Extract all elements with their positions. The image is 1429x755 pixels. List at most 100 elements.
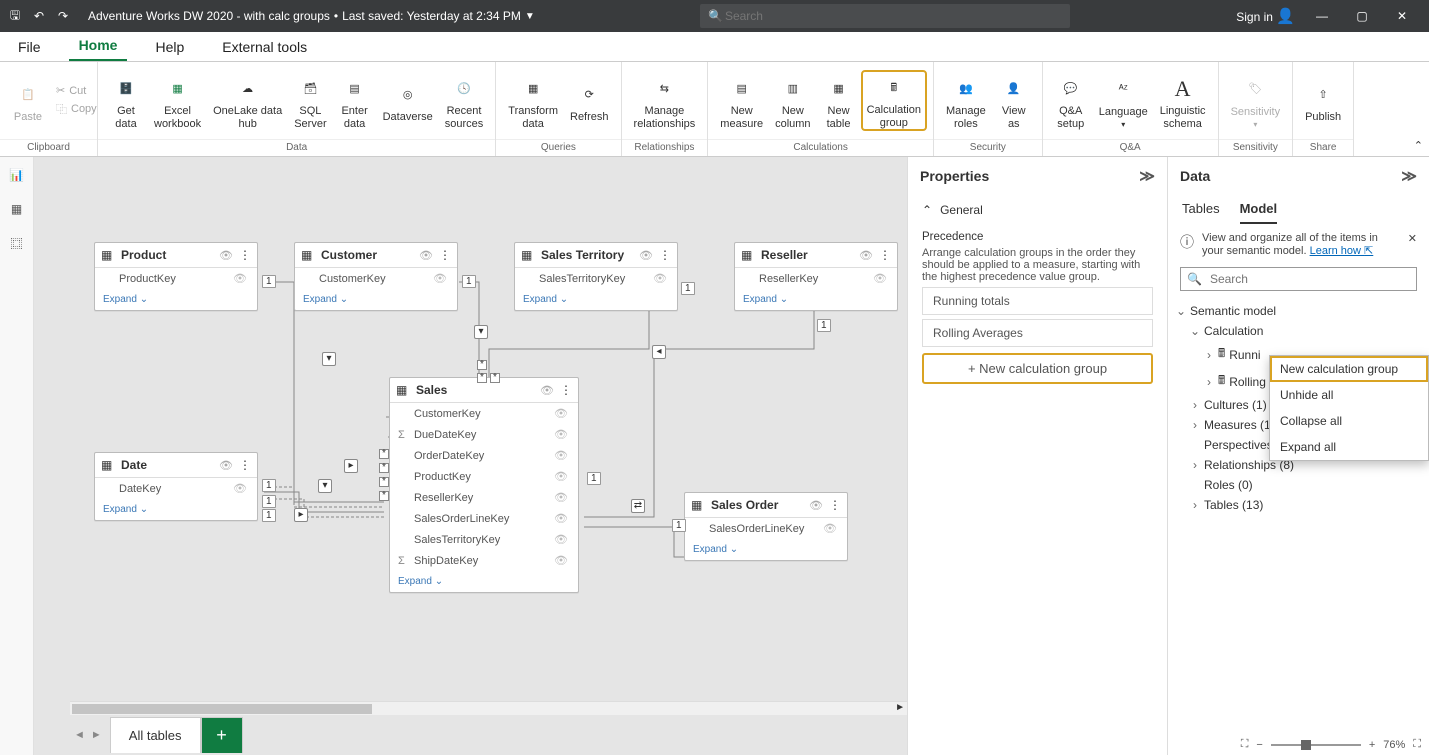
expand-link[interactable]: Expand ⌄: [515, 289, 677, 310]
new-calculation-group-button[interactable]: + New calculation group: [922, 353, 1153, 384]
more-icon[interactable]: ⋮: [239, 248, 251, 262]
search-box[interactable]: 🔍: [1180, 267, 1417, 291]
more-icon[interactable]: ⋮: [659, 248, 671, 262]
maximize-button[interactable]: ▢: [1349, 9, 1375, 23]
hide-icon[interactable]: 👁: [554, 512, 568, 525]
model-view-icon[interactable]: ⿴: [7, 233, 27, 253]
zoom-menu-icon[interactable]: ⛶: [1413, 738, 1421, 751]
scroll-right-icon[interactable]: ►: [895, 702, 905, 713]
calculation-group-button[interactable]: 🖩Calculation group: [861, 70, 927, 131]
onelake-button[interactable]: ☁OneLake data hub: [207, 71, 288, 130]
field-row[interactable]: ResellerKey👁: [390, 487, 578, 508]
zoom-in-button[interactable]: +: [1369, 739, 1375, 751]
hide-icon[interactable]: 👁: [554, 449, 568, 462]
hide-icon[interactable]: 👁: [233, 482, 247, 495]
tab-tables[interactable]: Tables: [1182, 201, 1220, 224]
tree-calc-groups[interactable]: ⌄Calculation: [1176, 321, 1421, 341]
field-row[interactable]: ΣShipDateKey👁: [390, 550, 578, 571]
field-row[interactable]: SalesOrderLineKey👁: [390, 508, 578, 529]
global-search[interactable]: 🔍: [700, 4, 1070, 28]
hide-icon[interactable]: 👁: [433, 272, 447, 285]
model-canvas[interactable]: ▦Product👁⋮ ProductKey👁 Expand ⌄ ▦Custome…: [34, 157, 907, 755]
diagram-tab-all-tables[interactable]: All tables: [110, 717, 201, 753]
visibility-icon[interactable]: 👁: [219, 249, 233, 262]
hide-icon[interactable]: 👁: [554, 470, 568, 483]
collapse-data-icon[interactable]: ≫: [1401, 167, 1417, 185]
close-info-icon[interactable]: ✕: [1408, 232, 1417, 245]
general-section-toggle[interactable]: ⌃General: [908, 195, 1167, 225]
expand-link[interactable]: Expand ⌄: [390, 571, 578, 592]
expand-link[interactable]: Expand ⌄: [95, 289, 257, 310]
table-card-date[interactable]: ▦Date👁⋮ DateKey👁 Expand ⌄: [94, 452, 258, 521]
redo-icon[interactable]: ↷: [54, 7, 72, 25]
zoom-level[interactable]: 76%: [1383, 739, 1405, 751]
table-card-customer[interactable]: ▦Customer👁⋮ CustomerKey👁 Expand ⌄: [294, 242, 458, 311]
dataverse-button[interactable]: ◎Dataverse: [377, 77, 439, 124]
table-card-sales-territory[interactable]: ▦Sales Territory👁⋮ SalesTerritoryKey👁 Ex…: [514, 242, 678, 311]
expand-link[interactable]: Expand ⌄: [95, 499, 257, 520]
field-row[interactable]: OrderDateKey👁: [390, 445, 578, 466]
close-button[interactable]: ✕: [1389, 9, 1415, 23]
sql-server-button[interactable]: 🗃SQL Server: [288, 71, 332, 130]
hide-icon[interactable]: 👁: [554, 407, 568, 420]
tree-roles[interactable]: ›Roles (0): [1176, 475, 1421, 495]
menu-help[interactable]: Help: [145, 39, 194, 61]
field-row[interactable]: CustomerKey👁: [295, 268, 457, 289]
tree-tables[interactable]: ›Tables (13): [1176, 495, 1421, 515]
refresh-button[interactable]: ⟳Refresh: [564, 77, 615, 124]
excel-workbook-button[interactable]: ▦Excel workbook: [148, 71, 207, 130]
data-view-icon[interactable]: ▦: [7, 199, 27, 219]
more-icon[interactable]: ⋮: [439, 248, 451, 262]
more-icon[interactable]: ⋮: [239, 458, 251, 472]
cm-expand-all[interactable]: Expand all: [1270, 434, 1428, 460]
tab-model[interactable]: Model: [1240, 201, 1278, 224]
menu-external-tools[interactable]: External tools: [212, 39, 317, 61]
enter-data-button[interactable]: ▤Enter data: [333, 71, 377, 130]
field-row[interactable]: ProductKey👁: [390, 466, 578, 487]
hide-icon[interactable]: 👁: [823, 522, 837, 535]
visibility-icon[interactable]: 👁: [639, 249, 653, 262]
copy-button[interactable]: ⿻Copy: [52, 99, 101, 119]
field-row[interactable]: SalesTerritoryKey👁: [515, 268, 677, 289]
field-row[interactable]: SalesTerritoryKey👁: [390, 529, 578, 550]
prev-tab-icon[interactable]: ◄: [70, 729, 89, 741]
table-card-reseller[interactable]: ▦Reseller👁⋮ ResellerKey👁 Expand ⌄: [734, 242, 898, 311]
visibility-icon[interactable]: 👁: [540, 384, 554, 397]
collapse-properties-icon[interactable]: ≫: [1139, 167, 1155, 185]
get-data-button[interactable]: 🗄️Get data: [104, 71, 148, 130]
publish-button[interactable]: ⇧Publish: [1299, 77, 1347, 124]
hide-icon[interactable]: 👁: [873, 272, 887, 285]
hide-icon[interactable]: 👁: [233, 272, 247, 285]
cut-button[interactable]: ✂Cut: [52, 82, 101, 99]
report-view-icon[interactable]: 📊: [7, 165, 27, 185]
fit-to-screen-icon[interactable]: ⛶: [1241, 738, 1249, 751]
zoom-out-button[interactable]: −: [1256, 739, 1262, 751]
linguistic-schema-button[interactable]: ALinguistic schema: [1154, 71, 1212, 130]
visibility-icon[interactable]: 👁: [809, 499, 823, 512]
field-row[interactable]: SalesOrderLineKey👁: [685, 518, 847, 539]
precedence-item[interactable]: Rolling Averages: [922, 319, 1153, 347]
field-row[interactable]: DateKey👁: [95, 478, 257, 499]
learn-how-link[interactable]: Learn how ⇱: [1310, 245, 1374, 257]
menu-file[interactable]: File: [8, 39, 51, 61]
field-row[interactable]: ResellerKey👁: [735, 268, 897, 289]
hide-icon[interactable]: 👁: [653, 272, 667, 285]
expand-link[interactable]: Expand ⌄: [735, 289, 897, 310]
paste-button[interactable]: 📋 Paste: [6, 77, 50, 124]
visibility-icon[interactable]: 👁: [419, 249, 433, 262]
new-column-button[interactable]: ▥New column: [769, 71, 816, 130]
minimize-button[interactable]: ―: [1309, 9, 1335, 23]
more-icon[interactable]: ⋮: [560, 383, 572, 397]
new-table-button[interactable]: ▦New table: [817, 71, 861, 130]
sign-in-button[interactable]: Sign in 👤: [1236, 7, 1295, 25]
hide-icon[interactable]: 👁: [554, 491, 568, 504]
ribbon-collapse-icon[interactable]: ⌃: [1414, 139, 1423, 152]
table-card-sales[interactable]: ▦Sales👁⋮ CustomerKey👁 ΣDueDateKey👁 Order…: [389, 377, 579, 593]
cm-collapse-all[interactable]: Collapse all: [1270, 408, 1428, 434]
field-row[interactable]: CustomerKey👁: [390, 403, 578, 424]
search-input[interactable]: [723, 8, 1062, 24]
view-as-button[interactable]: 👤View as: [992, 71, 1036, 130]
visibility-icon[interactable]: 👁: [219, 459, 233, 472]
precedence-item[interactable]: Running totals: [922, 287, 1153, 315]
tree-root[interactable]: ⌄Semantic model: [1176, 301, 1421, 321]
